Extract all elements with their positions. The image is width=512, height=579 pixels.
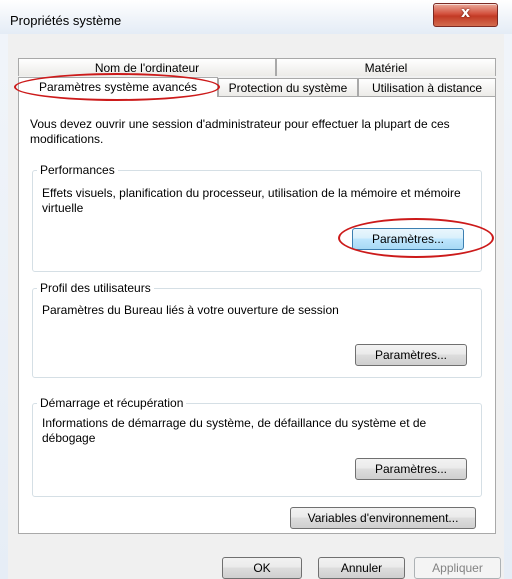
tab-advanced-system-settings[interactable]: Paramètres système avancés xyxy=(18,77,218,97)
tab-system-protection[interactable]: Protection du système xyxy=(218,78,358,96)
system-properties-window: Propriétés système x Nom de l'ordinateur… xyxy=(0,0,512,579)
user-profiles-group-title: Profil des utilisateurs xyxy=(37,281,154,295)
close-icon: x xyxy=(460,5,471,21)
tab-hardware[interactable]: Matériel xyxy=(276,58,496,76)
close-button[interactable]: x xyxy=(433,3,498,27)
environment-variables-button[interactable]: Variables d'environnement... xyxy=(290,507,476,529)
performance-description: Effets visuels, planification du process… xyxy=(42,186,461,215)
performance-group-title: Performances xyxy=(37,163,118,177)
apply-button[interactable]: Appliquer xyxy=(414,557,501,579)
startup-recovery-group-title: Démarrage et récupération xyxy=(37,396,187,410)
user-profiles-description: Paramètres du Bureau liés à votre ouvert… xyxy=(42,303,339,317)
startup-recovery-description: Informations de démarrage du système, de… xyxy=(42,416,427,445)
title-bar[interactable]: Propriétés système x xyxy=(0,0,512,34)
startup-recovery-settings-button[interactable]: Paramètres... xyxy=(355,458,467,480)
window-title: Propriétés système xyxy=(10,13,122,28)
tab-computer-name[interactable]: Nom de l'ordinateur xyxy=(18,58,276,76)
tab-remote[interactable]: Utilisation à distance xyxy=(358,78,496,96)
admin-notice: Vous devez ouvrir une session d'administ… xyxy=(30,117,450,146)
performance-settings-button[interactable]: Paramètres... xyxy=(352,228,464,250)
cancel-button[interactable]: Annuler xyxy=(318,557,405,579)
ok-button[interactable]: OK xyxy=(222,557,302,579)
user-profiles-settings-button[interactable]: Paramètres... xyxy=(355,344,467,366)
